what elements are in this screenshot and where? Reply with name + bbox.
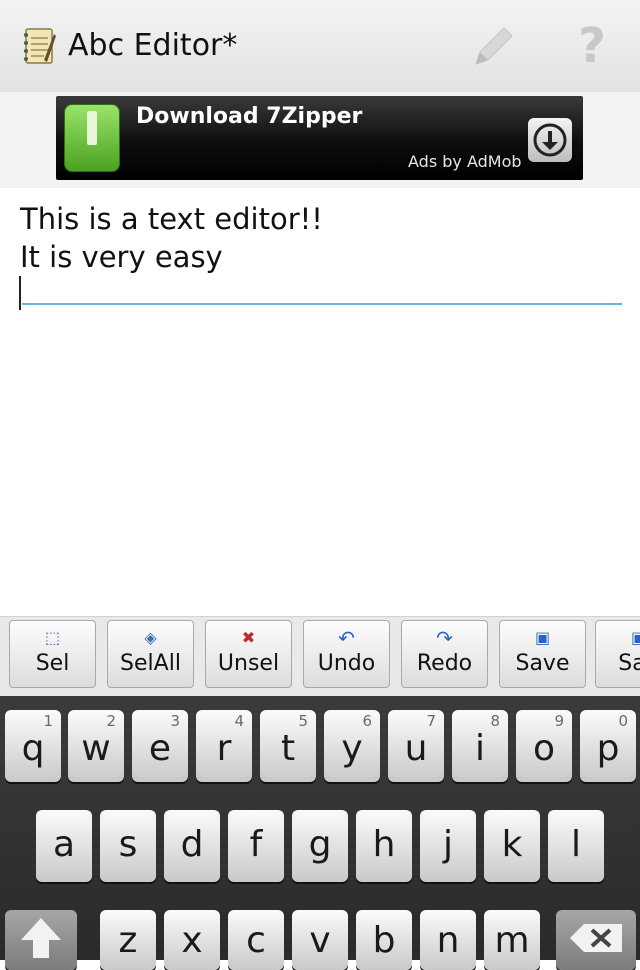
key-letter: k (501, 824, 523, 865)
key-b[interactable]: b (356, 910, 412, 970)
unsel-label: Unsel (217, 651, 280, 676)
backspace-key[interactable] (556, 910, 636, 970)
key-j[interactable]: j (420, 810, 476, 882)
key-letter: x (181, 920, 203, 961)
key-letter: m (494, 920, 530, 961)
key-u[interactable]: 7u (388, 710, 444, 782)
key-letter: g (308, 824, 332, 865)
key-y[interactable]: 6y (324, 710, 380, 782)
key-letter: f (249, 824, 263, 865)
redo-icon: ↷ (436, 626, 453, 650)
key-a[interactable]: a (36, 810, 92, 882)
key-letter: r (216, 728, 232, 769)
key-d[interactable]: d (164, 810, 220, 882)
key-r[interactable]: 4r (196, 710, 252, 782)
shift-icon (21, 918, 61, 958)
key-letter: z (118, 920, 138, 961)
key-v[interactable]: v (292, 910, 348, 970)
key-letter: n (436, 920, 460, 961)
pencil-icon[interactable] (466, 20, 518, 72)
redo-button[interactable]: ↷ Redo (401, 620, 488, 688)
key-q[interactable]: 1q (5, 710, 61, 782)
key-letter: s (118, 824, 138, 865)
key-p[interactable]: 0p (580, 710, 636, 782)
key-f[interactable]: f (228, 810, 284, 882)
key-letter: y (341, 728, 363, 769)
action-bar: Abc Editor* ? (0, 0, 640, 93)
key-letter: t (280, 728, 296, 769)
save-as-button[interactable]: ▣ Sav (595, 620, 640, 688)
key-e[interactable]: 3e (132, 710, 188, 782)
text-editor[interactable]: This is a text editor!! It is very easy (0, 188, 640, 616)
ad-byline: Ads by AdMob (408, 152, 522, 171)
key-o[interactable]: 9o (516, 710, 572, 782)
key-letter: u (404, 728, 428, 769)
soft-keyboard: 1q 2w 3e 4r 5t 6y 7u 8i 9o 0p a s d f g … (0, 696, 640, 970)
sel-button[interactable]: ⬚ Sel (9, 620, 96, 688)
key-letter: v (309, 920, 331, 961)
key-letter: d (180, 824, 204, 865)
download-icon[interactable] (528, 118, 572, 162)
select-all-icon: ◈ (144, 628, 157, 647)
select-icon: ⬚ (44, 628, 61, 647)
key-i[interactable]: 8i (452, 710, 508, 782)
sel-label: Sel (35, 651, 70, 676)
key-g[interactable]: g (292, 810, 348, 882)
key-h[interactable]: h (356, 810, 412, 882)
app-title: Abc Editor* (68, 28, 238, 63)
key-letter: h (372, 824, 396, 865)
selall-label: SelAll (120, 651, 181, 676)
help-icon[interactable]: ? (570, 18, 614, 74)
key-letter: l (570, 824, 581, 865)
key-n[interactable]: n (420, 910, 476, 970)
key-s[interactable]: s (100, 810, 156, 882)
key-m[interactable]: m (484, 910, 540, 970)
key-z[interactable]: z (100, 910, 156, 970)
key-letter: i (474, 728, 485, 769)
undo-icon: ↶ (338, 626, 355, 650)
unsel-button[interactable]: ✖ Unsel (205, 620, 292, 688)
edit-toolbar: ⬚ Sel ◈ SelAll ✖ Unsel ↶ Undo ↷ Redo ▣ S… (0, 616, 640, 697)
notepad-icon (24, 28, 56, 64)
undo-label: Undo (317, 651, 376, 676)
text-caret (19, 276, 21, 310)
key-letter: c (246, 920, 266, 961)
key-l[interactable]: l (548, 810, 604, 882)
key-letter: q (21, 728, 45, 769)
key-letter: j (442, 824, 453, 865)
key-c[interactable]: c (228, 910, 284, 970)
shift-key[interactable] (5, 910, 77, 970)
key-letter: b (372, 920, 396, 961)
save-button[interactable]: ▣ Save (499, 620, 586, 688)
key-w[interactable]: 2w (68, 710, 124, 782)
key-letter: a (52, 824, 76, 865)
save-as-label: Sav (618, 651, 640, 676)
editor-text[interactable]: This is a text editor!! It is very easy (20, 200, 323, 276)
key-x[interactable]: x (164, 910, 220, 970)
unselect-icon: ✖ (241, 628, 256, 647)
key-t[interactable]: 5t (260, 710, 316, 782)
selall-button[interactable]: ◈ SelAll (107, 620, 194, 688)
ad-title: Download 7Zipper (136, 104, 363, 129)
backspace-icon (570, 924, 622, 952)
undo-button[interactable]: ↶ Undo (303, 620, 390, 688)
key-letter: o (532, 728, 556, 769)
key-k[interactable]: k (484, 810, 540, 882)
key-letter: p (596, 728, 620, 769)
key-letter: w (81, 728, 111, 769)
save-label: Save (515, 651, 570, 676)
zipper-app-icon (64, 104, 120, 172)
save-icon: ▣ (534, 628, 551, 647)
redo-label: Redo (416, 651, 473, 676)
ad-banner[interactable]: Download 7Zipper Ads by AdMob (56, 96, 583, 180)
key-letter: e (148, 728, 172, 769)
save-as-icon: ▣ (596, 629, 640, 647)
editor-underline (22, 303, 622, 305)
